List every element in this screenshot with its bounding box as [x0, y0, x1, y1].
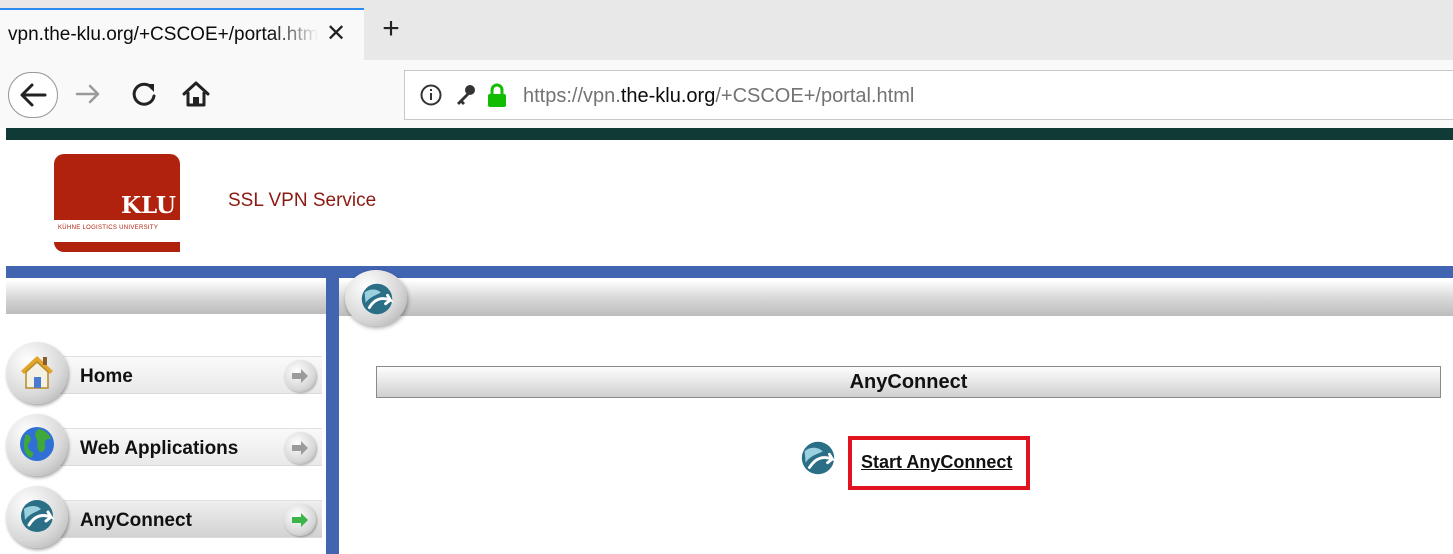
header-blue-bar: [6, 266, 1453, 278]
sidebar-divider: [326, 266, 339, 554]
logo-text: KLU: [121, 192, 176, 219]
anyconnect-icon: [6, 486, 68, 548]
back-button[interactable]: [8, 72, 58, 118]
forward-arrow-icon: [75, 84, 100, 104]
sidebar-item-label: AnyConnect: [80, 510, 192, 531]
sidebar-item-anyconnect[interactable]: AnyConnect: [6, 486, 322, 550]
url-path: /+CSCOE+/portal.html: [715, 85, 915, 107]
sidebar-header: [6, 280, 326, 314]
sidebar-item-label: Home: [80, 366, 133, 387]
klu-logo: KLU KÜHNE LOGISTICS UNIVERSITY: [54, 154, 180, 252]
anyconnect-icon[interactable]: [798, 438, 838, 478]
new-tab-button[interactable]: +: [376, 14, 406, 44]
url-text[interactable]: https://vpn.the-klu.org/+CSCOE+/portal.h…: [523, 85, 914, 108]
url-prefix: https://vpn.: [523, 85, 621, 107]
anyconnect-icon: [345, 270, 407, 326]
content-header-bar: [339, 280, 1453, 316]
forward-button[interactable]: [70, 76, 106, 112]
browser-nav-bar: https://vpn.the-klu.org/+CSCOE+/portal.h…: [0, 60, 1453, 128]
info-icon[interactable]: [419, 83, 443, 107]
url-domain: the-klu.org: [620, 85, 716, 107]
home-button[interactable]: [178, 76, 214, 112]
section-title: AnyConnect: [376, 366, 1441, 398]
start-anyconnect-link[interactable]: Start AnyConnect: [861, 452, 1012, 473]
home-icon: [6, 342, 68, 404]
back-arrow-icon: [20, 83, 47, 107]
home-icon: [182, 81, 210, 107]
browser-tab-strip: vpn.the-klu.org/+CSCOE+/portal.html ✕ +: [0, 0, 1453, 60]
arrow-right-icon[interactable]: [284, 504, 316, 536]
sidebar-item-label: Web Applications: [80, 438, 239, 459]
address-bar[interactable]: https://vpn.the-klu.org/+CSCOE+/portal.h…: [404, 70, 1453, 120]
page-top-strip: [6, 128, 1453, 140]
arrow-right-icon[interactable]: [284, 432, 316, 464]
sidebar-item-web-applications[interactable]: Web Applications: [6, 414, 322, 478]
logo-subtext: KÜHNE LOGISTICS UNIVERSITY: [58, 225, 159, 231]
sidebar-item-home[interactable]: Home: [6, 342, 322, 406]
lock-icon[interactable]: [485, 82, 509, 108]
close-icon[interactable]: ✕: [322, 20, 350, 48]
arrow-right-icon[interactable]: [284, 360, 316, 392]
tab-title: vpn.the-klu.org/+CSCOE+/portal.html: [8, 24, 318, 45]
key-icon[interactable]: [453, 83, 477, 107]
service-title: SSL VPN Service: [228, 190, 377, 211]
logo-band: [54, 220, 180, 242]
reload-button[interactable]: [126, 76, 162, 112]
browser-tab[interactable]: vpn.the-klu.org/+CSCOE+/portal.html ✕: [0, 8, 364, 60]
reload-icon: [132, 82, 156, 106]
globe-icon: [6, 414, 68, 476]
